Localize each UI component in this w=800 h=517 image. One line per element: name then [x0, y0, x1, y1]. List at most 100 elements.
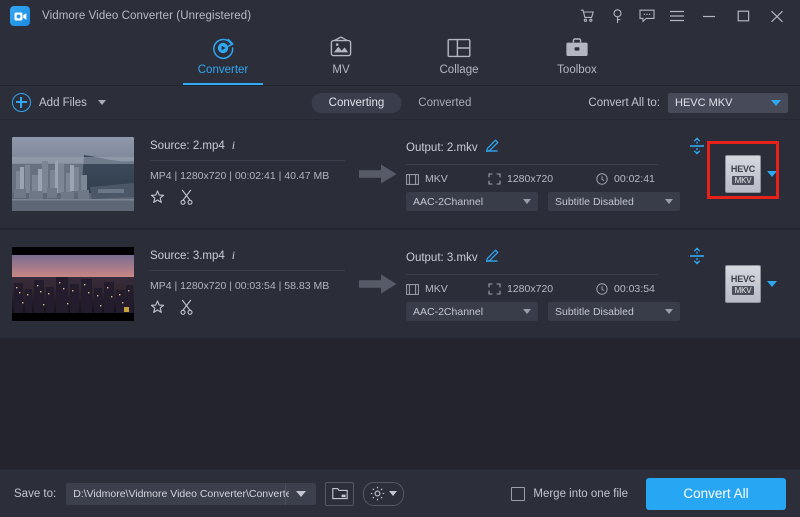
convert-all-to-value: HEVC MKV	[675, 96, 733, 109]
chevron-down-icon[interactable]	[97, 100, 106, 105]
format-codec-label: HEVC	[730, 273, 756, 284]
format-profile-button[interactable]: HEVC MKV	[725, 265, 761, 303]
window-controls	[572, 0, 800, 32]
tab-converter-label: Converter	[197, 64, 249, 76]
chevron-down-icon	[523, 199, 531, 204]
convert-all-button[interactable]: Convert All	[646, 477, 786, 510]
output-format: MKV	[406, 283, 488, 295]
output-panel: Output: 3.mkv MKV 1280x720 00:03:54 AAC-…	[406, 246, 714, 322]
subtitle-select[interactable]: Subtitle Disabled	[548, 192, 680, 211]
convert-all-to-select[interactable]: HEVC MKV	[668, 92, 788, 113]
tab-mv-label: MV	[332, 64, 350, 76]
format-profile-button[interactable]: HEVC MKV	[725, 155, 761, 193]
output-metadata: MKV 1280x720 00:03:54	[406, 275, 714, 295]
save-to-path-input[interactable]: D:\Vidmore\Vidmore Video Converter\Conve…	[66, 482, 317, 505]
menu-icon[interactable]	[662, 0, 692, 32]
subtitle-value: Subtitle Disabled	[555, 305, 634, 318]
output-format-cell: HEVC MKV	[707, 141, 788, 199]
format-container-label: MKV	[731, 175, 755, 185]
close-icon[interactable]	[760, 0, 794, 32]
chevron-down-icon	[665, 309, 673, 314]
key-icon[interactable]	[602, 0, 632, 32]
video-thumbnail[interactable]	[12, 137, 134, 211]
output-filename: Output: 3.mkv	[406, 251, 478, 264]
minimize-icon[interactable]	[692, 0, 726, 32]
tab-collage-label: Collage	[439, 64, 479, 76]
subtitle-select[interactable]: Subtitle Disabled	[548, 302, 680, 321]
source-filename: Source: 2.mp4	[150, 139, 225, 152]
plus-circle-icon	[12, 93, 31, 112]
chevron-down-icon	[523, 309, 531, 314]
table-row[interactable]: Source: 2.mp4 i MP4 | 1280x720 | 00:02:4…	[0, 120, 800, 228]
source-panel: Source: 3.mp4 i MP4 | 1280x720 | 00:03:5…	[150, 246, 350, 322]
source-metadata: MP4 | 1280x720 | 00:03:54 | 58.83 MB	[150, 280, 330, 292]
feedback-icon[interactable]	[632, 0, 662, 32]
add-files-label: Add Files	[39, 96, 87, 109]
tab-toolbox[interactable]: Toolbox	[537, 32, 617, 85]
merge-label: Merge into one file	[533, 487, 628, 500]
gear-icon	[371, 486, 385, 501]
pencil-icon[interactable]	[485, 249, 499, 266]
tab-converted[interactable]: Converted	[401, 93, 488, 113]
output-duration-value: 00:02:41	[614, 173, 655, 185]
info-icon[interactable]: i	[232, 138, 235, 153]
audio-track-select[interactable]: AAC-2Channel	[406, 302, 538, 321]
arrow-right-icon	[350, 163, 406, 185]
tab-converting[interactable]: Converting	[311, 92, 402, 113]
open-folder-button[interactable]	[325, 481, 355, 506]
edit-icon[interactable]	[150, 189, 165, 210]
list-toolbar: Add Files Converting Converted Convert A…	[0, 86, 800, 120]
tab-active-underline	[183, 83, 263, 85]
output-filename: Output: 2.mkv	[406, 141, 478, 154]
output-resolution: 1280x720	[488, 173, 596, 185]
output-header: Output: 2.mkv	[406, 137, 714, 164]
cut-icon[interactable]	[179, 299, 194, 320]
split-icon[interactable]	[688, 247, 714, 268]
output-resolution-value: 1280x720	[507, 283, 554, 295]
maximize-icon[interactable]	[726, 0, 760, 32]
save-to-path-value: D:\Vidmore\Vidmore Video Converter\Conve…	[73, 487, 290, 500]
split-icon[interactable]	[688, 137, 714, 158]
add-files-button[interactable]: Add Files	[12, 93, 106, 112]
table-row[interactable]: Source: 3.mp4 i MP4 | 1280x720 | 00:03:5…	[0, 230, 800, 338]
edit-icon[interactable]	[150, 299, 165, 320]
app-window: Vidmore Video Converter (Unregistered) C…	[0, 0, 800, 517]
convert-all-to-group: Convert All to: HEVC MKV	[588, 92, 788, 113]
output-duration: 00:03:54	[596, 283, 655, 295]
output-format: MKV	[406, 173, 488, 185]
source-tools	[150, 292, 350, 320]
cart-icon[interactable]	[572, 0, 602, 32]
tab-mv[interactable]: MV	[301, 32, 381, 85]
tab-collage[interactable]: Collage	[419, 32, 499, 85]
format-codec-label: HEVC	[730, 163, 756, 174]
chevron-down-icon	[665, 199, 673, 204]
footer-bar: Save to: D:\Vidmore\Vidmore Video Conver…	[0, 469, 800, 517]
toolbox-icon	[564, 35, 590, 61]
audio-track-value: AAC-2Channel	[413, 305, 484, 318]
merge-checkbox[interactable]	[511, 486, 526, 501]
file-list[interactable]: Source: 2.mp4 i MP4 | 1280x720 | 00:02:4…	[0, 120, 800, 469]
info-icon[interactable]: i	[232, 248, 235, 263]
chevron-down-icon	[296, 490, 307, 497]
source-metadata: MP4 | 1280x720 | 00:02:41 | 40.47 MB	[150, 170, 330, 182]
arrow-right-icon	[350, 273, 406, 295]
output-panel: Output: 2.mkv MKV 1280x720 00:02:41 AAC-…	[406, 136, 714, 212]
preferences-button[interactable]	[363, 481, 405, 506]
source-header: Source: 3.mp4 i	[150, 248, 350, 270]
save-to-dropdown-button[interactable]	[285, 482, 316, 505]
chevron-down-icon[interactable]	[767, 171, 777, 177]
merge-into-one-file-group[interactable]: Merge into one file	[511, 486, 628, 501]
tab-toolbox-label: Toolbox	[557, 64, 597, 76]
tab-converter[interactable]: Converter	[183, 32, 263, 85]
pencil-icon[interactable]	[485, 139, 499, 156]
chevron-down-icon[interactable]	[767, 281, 777, 287]
chevron-down-icon	[771, 99, 781, 106]
audio-track-select[interactable]: AAC-2Channel	[406, 192, 538, 211]
output-duration: 00:02:41	[596, 173, 655, 185]
output-duration-value: 00:03:54	[614, 283, 655, 295]
cut-icon[interactable]	[179, 189, 194, 210]
app-logo-icon	[10, 6, 30, 26]
video-thumbnail[interactable]	[12, 247, 134, 321]
source-filename: Source: 3.mp4	[150, 249, 225, 262]
format-container-label: MKV	[731, 285, 755, 295]
